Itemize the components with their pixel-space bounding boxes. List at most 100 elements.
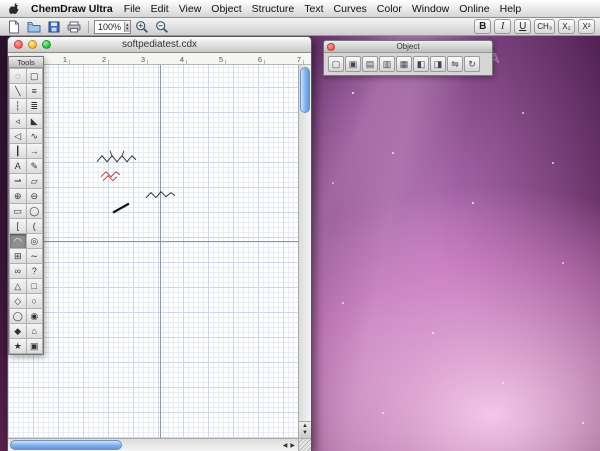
tool-rectangle[interactable]: ▭ (10, 204, 26, 218)
vertical-scrollbar-thumb[interactable] (300, 67, 310, 113)
menu-item-online[interactable]: Online (454, 3, 494, 15)
tool-icon: ⌂ (32, 327, 37, 336)
horizontal-scroll-arrows-icon[interactable]: ◀▶ (283, 439, 295, 451)
tool-oval[interactable]: ◯ (27, 204, 43, 218)
subscript-button[interactable]: X₂ (558, 19, 575, 34)
tool-icon: ≡ (32, 87, 37, 96)
tool-cyclopropane-ring[interactable]: △ (10, 279, 26, 293)
save-button[interactable] (45, 19, 63, 35)
tools-palette-titlebar[interactable]: Tools (9, 57, 43, 68)
zoom-stepper-icon[interactable]: ▴▾ (124, 22, 130, 32)
tool-hashed-wedge-bond[interactable]: ◃ (10, 114, 26, 128)
tool-table[interactable]: ⊞ (10, 249, 26, 263)
ruler-number: 7 (264, 55, 303, 64)
object-tool-rotate[interactable]: ↻ (464, 56, 480, 72)
tool-icon: ∿ (30, 132, 38, 141)
object-tool-align-center[interactable]: ▥ (379, 56, 395, 72)
zoom-in-button[interactable] (133, 19, 151, 35)
tool-dashed-bond[interactable]: ┆ (10, 99, 26, 113)
object-palette-close-button[interactable] (327, 43, 335, 51)
object-tool-send-to-back[interactable]: ◨ (430, 56, 446, 72)
tool-wedge-bond[interactable]: ◣ (27, 114, 43, 128)
tool-bracket[interactable]: [ (10, 219, 26, 233)
horizontal-scrollbar[interactable]: ◀▶ (8, 438, 298, 451)
menu-item-object[interactable]: Object (206, 3, 246, 15)
menu-item-curves[interactable]: Curves (329, 3, 372, 15)
new-document-button[interactable] (5, 19, 23, 35)
zoom-window-button[interactable] (42, 40, 51, 49)
object-tool-distribute[interactable]: ▦ (396, 56, 412, 72)
tool-solid-bond[interactable]: ╲ (10, 84, 26, 98)
menu-item-file[interactable]: File (119, 3, 146, 15)
apple-menu[interactable] (4, 2, 25, 15)
tool-lasso[interactable]: ◌ (10, 69, 26, 83)
formula-style-button[interactable]: CH₃ (534, 19, 555, 34)
tool-chain[interactable]: ∼ (27, 249, 43, 263)
tool-bold-bond[interactable]: ┃ (10, 144, 26, 158)
tool-text[interactable]: A (10, 159, 26, 173)
tool-cyclobutane-ring[interactable]: □ (27, 279, 43, 293)
tool-charge-plus[interactable]: ⊕ (10, 189, 26, 203)
menu-item-edit[interactable]: Edit (146, 3, 174, 15)
tool-icon: [ (16, 222, 19, 231)
menu-item-structure[interactable]: Structure (247, 3, 300, 15)
tool-cyclohexane-ring[interactable]: ○ (27, 294, 43, 308)
tool-parenthesis[interactable]: ( (27, 219, 43, 233)
horizontal-ruler: 1234567 (8, 53, 311, 65)
object-tool-align-left[interactable]: ▤ (362, 56, 378, 72)
zoom-out-button[interactable] (153, 19, 171, 35)
app-menu[interactable]: ChemDraw Ultra (25, 3, 119, 15)
tool-templates[interactable]: ★ (10, 339, 26, 353)
document-titlebar[interactable]: softpediatest.cdx (8, 37, 311, 53)
italic-button[interactable]: I (494, 19, 511, 34)
bold-button[interactable]: B (474, 19, 491, 34)
tool-cyclopentane-ring[interactable]: ◇ (10, 294, 26, 308)
zoom-level-select[interactable]: 100% ▴▾ (94, 20, 131, 34)
tool-arrow[interactable]: ⇀ (10, 174, 26, 188)
minimize-button[interactable] (28, 40, 37, 49)
print-button[interactable] (65, 19, 83, 35)
tool-marquee[interactable]: ▢ (27, 69, 43, 83)
object-palette-titlebar[interactable]: Object (324, 41, 492, 53)
tool-query[interactable]: ? (27, 264, 43, 278)
tool-arc[interactable]: ◠ (10, 234, 26, 248)
tool-cyclopentadiene-ring[interactable]: ◆ (10, 324, 26, 338)
object-tool-bring-to-front[interactable]: ◧ (413, 56, 429, 72)
tool-dative-bond[interactable]: → (27, 144, 43, 158)
menu-item-help[interactable]: Help (495, 3, 527, 15)
object-tool-flip-horizontal[interactable]: ⇋ (447, 56, 463, 72)
ruler-number: 6 (225, 55, 264, 64)
superscript-button[interactable]: X² (578, 19, 595, 34)
menu-item-window[interactable]: Window (407, 3, 454, 15)
menu-item-color[interactable]: Color (372, 3, 407, 15)
tool-hashed-bond[interactable]: ≣ (27, 99, 43, 113)
tool-eraser[interactable]: ▱ (27, 174, 43, 188)
red-structure (101, 172, 120, 177)
tool-multiple-bond[interactable]: ≡ (27, 84, 43, 98)
resize-grip[interactable] (298, 438, 311, 451)
vertical-scroll-arrows-icon[interactable]: ▲▼ (299, 421, 311, 438)
drawing-canvas[interactable] (8, 65, 298, 438)
tool-chair-cyclohexane[interactable]: ⌂ (27, 324, 43, 338)
tool-icon: ✎ (30, 162, 38, 171)
underline-button[interactable]: U (514, 19, 531, 34)
tool-cycloheptane-ring[interactable]: ◯ (10, 309, 26, 323)
close-button[interactable] (14, 40, 23, 49)
tool-hollow-wedge-bond[interactable]: ◁ (10, 129, 26, 143)
menu-item-text[interactable]: Text (299, 3, 328, 15)
tool-drawing-elements[interactable]: ▣ (27, 339, 43, 353)
tool-spiro[interactable]: ∞ (10, 264, 26, 278)
open-button[interactable] (25, 19, 43, 35)
horizontal-scrollbar-thumb[interactable] (10, 440, 122, 450)
tool-pen[interactable]: ✎ (27, 159, 43, 173)
tool-charge-minus[interactable]: ⊖ (27, 189, 43, 203)
tool-benzene-ring[interactable]: ◉ (27, 309, 43, 323)
object-tool-icon: ▦ (400, 60, 409, 69)
tool-orbital[interactable]: ◎ (27, 234, 43, 248)
object-tool-group-objects[interactable]: ▣ (345, 56, 361, 72)
tool-wavy-bond[interactable]: ∿ (27, 129, 43, 143)
vertical-scrollbar[interactable]: ▲▼ (298, 65, 311, 438)
menu-item-view[interactable]: View (174, 3, 207, 15)
object-tool-marquee-select[interactable]: ▢ (328, 56, 344, 72)
object-palette: Object ▢ ▣ ▤ ▥ ▦ ◧ (323, 40, 493, 76)
